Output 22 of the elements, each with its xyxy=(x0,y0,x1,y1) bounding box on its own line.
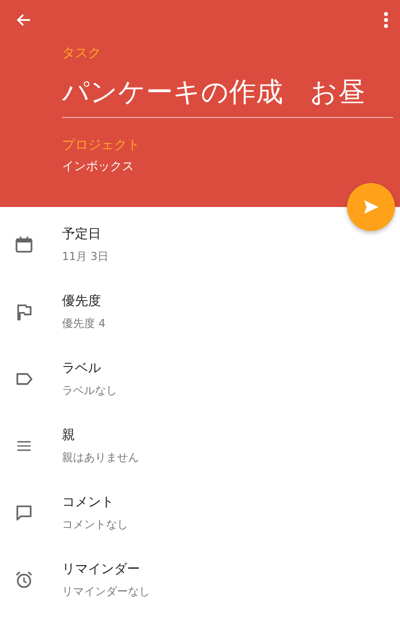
row-value: 親はありません xyxy=(62,450,139,465)
row-title[interactable]: 優先度 xyxy=(62,292,101,310)
project-label: プロジェクト xyxy=(62,137,140,154)
project-value[interactable]: インボックス xyxy=(62,158,134,175)
calendar-icon xyxy=(14,235,34,255)
speech-bubble-icon xyxy=(14,503,34,523)
row-title[interactable]: 親 xyxy=(62,426,75,444)
row-value: リマインダーなし xyxy=(62,584,150,599)
send-icon xyxy=(362,198,380,216)
task-input-field[interactable]: パンケーキの作成 お昼 xyxy=(62,64,393,118)
row-title[interactable]: リマインダー xyxy=(62,560,140,578)
row-value: 11月 3日 xyxy=(62,249,108,264)
row-title[interactable]: ラベル xyxy=(62,359,101,377)
row-title[interactable]: 予定日 xyxy=(62,225,101,243)
dots-icon xyxy=(383,11,389,29)
send-button[interactable] xyxy=(347,183,395,231)
alarm-clock-icon xyxy=(14,570,34,590)
row-value: コメントなし xyxy=(62,517,128,532)
row-value: 優先度 4 xyxy=(62,316,106,331)
row-title[interactable]: コメント xyxy=(62,493,114,511)
row-value: ラベルなし xyxy=(62,383,117,398)
task-label: タスク xyxy=(62,45,101,62)
